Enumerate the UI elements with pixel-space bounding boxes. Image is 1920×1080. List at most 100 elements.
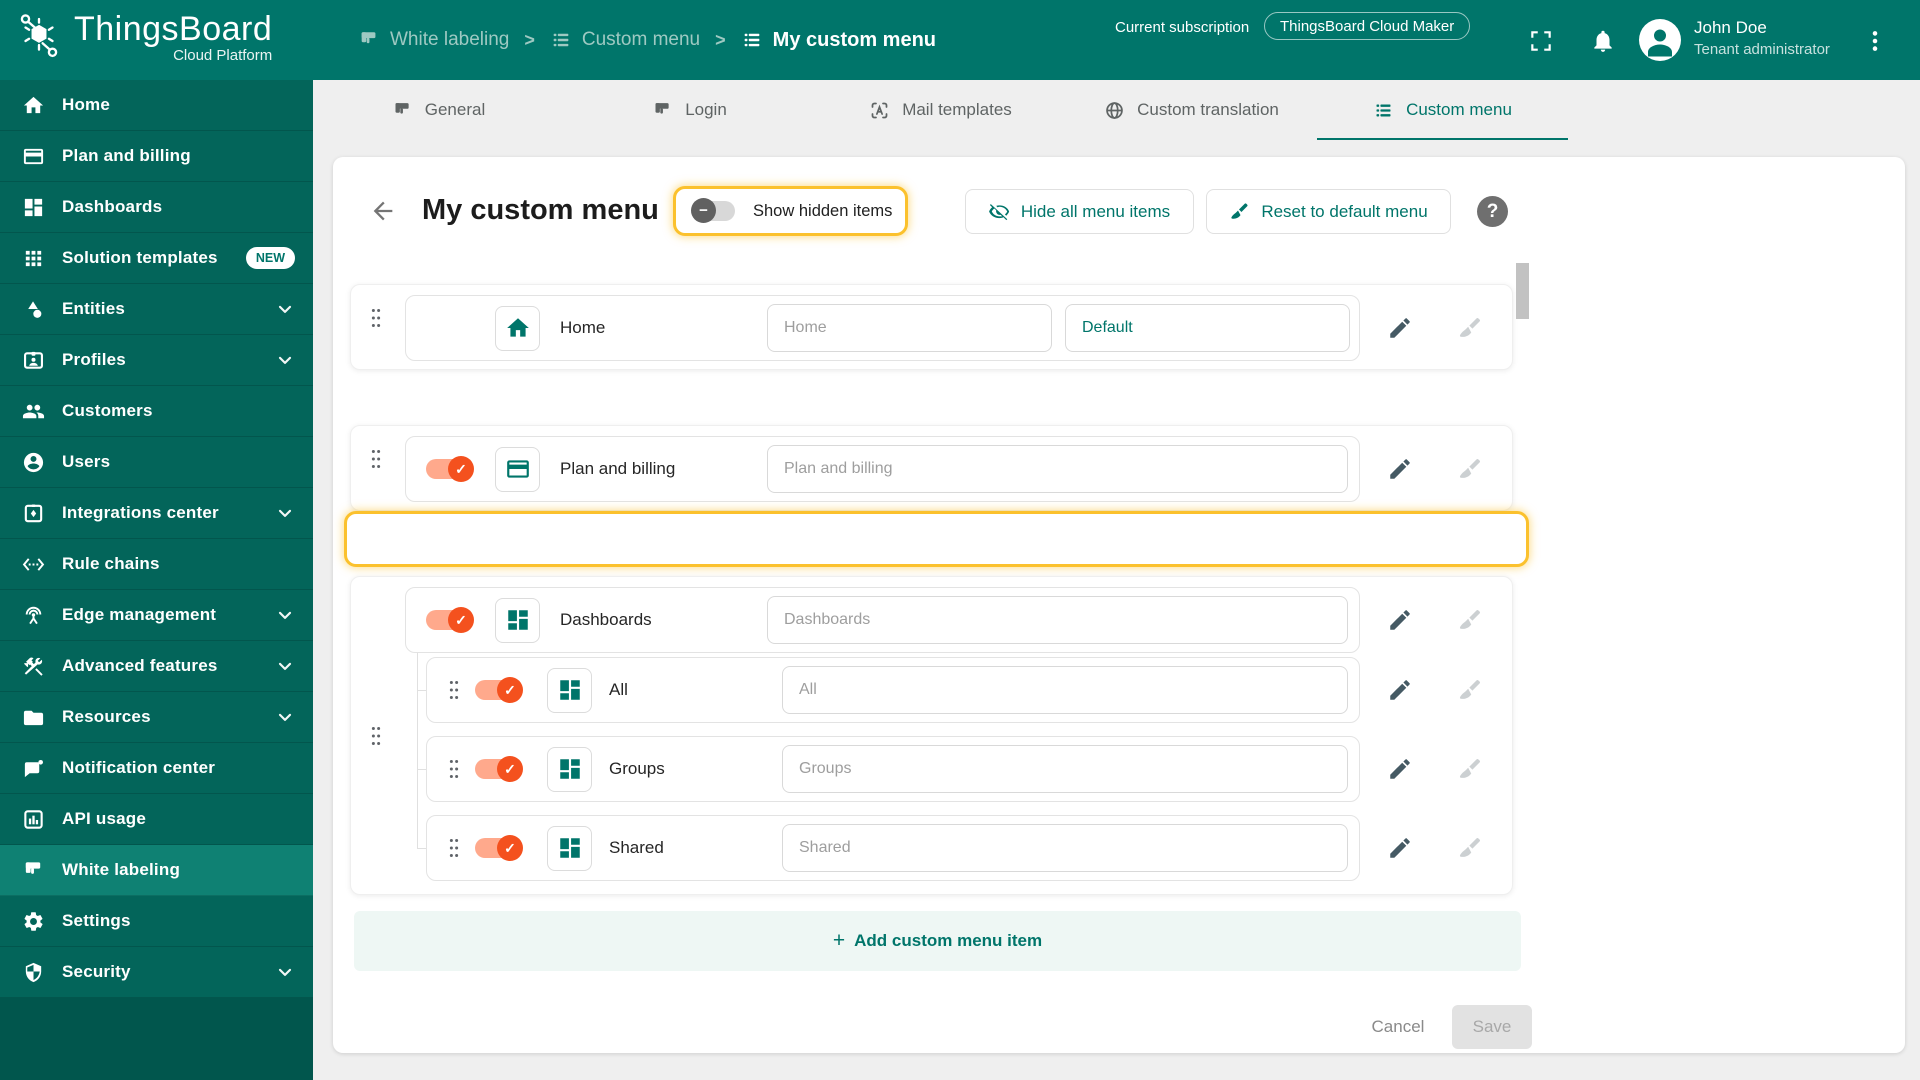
- sidebar-item[interactable]: Integrations center: [0, 488, 313, 539]
- back-arrow-icon: [369, 197, 397, 225]
- sidebar-item[interactable]: Advanced features: [0, 641, 313, 692]
- sidebar-item[interactable]: API usage: [0, 794, 313, 845]
- sidebar-item[interactable]: Home: [0, 80, 313, 131]
- pencil-icon: [1387, 607, 1413, 633]
- subscription-plan-chip[interactable]: ThingsBoard Cloud Maker: [1264, 12, 1471, 40]
- chevron-down-icon: [275, 962, 295, 982]
- menu-item-icon-button[interactable]: [495, 305, 540, 351]
- menu-item-icon-button[interactable]: [547, 825, 592, 871]
- menu-label-input[interactable]: [767, 445, 1348, 493]
- sidebar-item-icon: [22, 145, 45, 168]
- tab[interactable]: Mail templates: [815, 80, 1066, 140]
- toggle-knob: ✓: [448, 607, 474, 633]
- user-info[interactable]: John Doe Tenant administrator: [1694, 18, 1830, 58]
- sidebar-item[interactable]: Notification center: [0, 743, 313, 794]
- edit-menu-item-button[interactable]: [1387, 677, 1413, 703]
- thingsboard-logo[interactable]: ThingsBoard Cloud Platform: [12, 9, 272, 65]
- tab[interactable]: Login: [564, 80, 815, 140]
- sidebar-item[interactable]: Users: [0, 437, 313, 488]
- sidebar-item[interactable]: Profiles: [0, 335, 313, 386]
- save-button[interactable]: Save: [1452, 1005, 1532, 1049]
- menu-item-icon-button[interactable]: [495, 446, 540, 492]
- sidebar-item[interactable]: White labeling: [0, 845, 313, 896]
- tab[interactable]: General: [313, 80, 564, 140]
- menu-item-icon-button[interactable]: [495, 597, 540, 643]
- broom-icon: [1457, 456, 1483, 482]
- sidebar-item[interactable]: Rule chains: [0, 539, 313, 590]
- breadcrumb-item[interactable]: White labeling: [358, 29, 509, 51]
- menu-label-input[interactable]: [767, 304, 1052, 352]
- user-role: Tenant administrator: [1694, 41, 1830, 58]
- add-custom-menu-item-button[interactable]: + Add custom menu item: [354, 911, 1521, 971]
- show-hidden-toggle[interactable]: −: [691, 198, 739, 224]
- dashboards-icon: [557, 756, 583, 782]
- menu-label-input[interactable]: [782, 666, 1348, 714]
- breadcrumb-item[interactable]: > Custom menu: [524, 29, 700, 51]
- drag-handle[interactable]: [445, 677, 463, 703]
- visibility-toggle[interactable]: ✓: [475, 677, 523, 703]
- clear-menu-item-button[interactable]: [1457, 835, 1483, 861]
- sidebar-item[interactable]: Dashboards: [0, 182, 313, 233]
- breadcrumb-icon: [550, 29, 572, 51]
- sidebar-item-icon: [22, 961, 45, 984]
- menu-item-icon-button[interactable]: [547, 746, 592, 792]
- edit-menu-item-button[interactable]: [1387, 835, 1413, 861]
- help-button[interactable]: ?: [1477, 196, 1508, 227]
- sidebar-item[interactable]: Solution templates NEW: [0, 233, 313, 284]
- edit-menu-item-button[interactable]: [1387, 456, 1413, 482]
- menu-label-input[interactable]: [782, 745, 1348, 793]
- reset-to-default-menu-button[interactable]: Reset to default menu: [1206, 189, 1451, 234]
- hide-all-menu-items-button[interactable]: Hide all menu items: [965, 189, 1194, 234]
- sidebar-item[interactable]: Entities: [0, 284, 313, 335]
- sidebar-item[interactable]: Edge management: [0, 590, 313, 641]
- tab-label: Custom menu: [1406, 100, 1512, 119]
- drag-handle-icon: [445, 756, 463, 782]
- sidebar-item[interactable]: Settings: [0, 896, 313, 947]
- clear-menu-item-button[interactable]: [1457, 315, 1483, 341]
- chevron-down-icon: [275, 656, 295, 676]
- tab[interactable]: Custom menu: [1317, 80, 1568, 140]
- child-menu-unit: ✓ Groups: [351, 736, 1512, 802]
- clear-menu-item-button[interactable]: [1457, 607, 1483, 633]
- tab-label: Custom translation: [1137, 100, 1279, 119]
- tab[interactable]: Custom translation: [1066, 80, 1317, 140]
- sidebar-item[interactable]: Plan and billing: [0, 131, 313, 182]
- scrollbar-thumb[interactable]: [1516, 263, 1529, 319]
- sidebar-item-icon: [22, 298, 45, 321]
- edit-menu-item-button[interactable]: [1387, 607, 1413, 633]
- broom-icon: [1457, 315, 1483, 341]
- more-menu-button[interactable]: [1862, 28, 1888, 54]
- cancel-button[interactable]: Cancel: [1353, 1005, 1443, 1049]
- visibility-toggle[interactable]: ✓: [475, 756, 523, 782]
- notifications-button[interactable]: [1590, 28, 1616, 54]
- clear-menu-item-button[interactable]: [1457, 456, 1483, 482]
- visibility-toggle[interactable]: ✓: [426, 607, 474, 633]
- breadcrumb-item[interactable]: > My custom menu: [715, 29, 936, 52]
- drag-handle[interactable]: [445, 756, 463, 782]
- subscription-label: Current subscription: [1115, 19, 1250, 36]
- child-menu-row: ✓ Groups: [426, 736, 1360, 802]
- menu-item-icon-button[interactable]: [547, 667, 592, 713]
- visibility-toggle[interactable]: ✓: [426, 456, 474, 482]
- menu-label-input[interactable]: [782, 824, 1348, 872]
- chevron-down-icon: [275, 299, 295, 319]
- page-type-select[interactable]: Default: [1065, 304, 1350, 352]
- avatar[interactable]: [1639, 19, 1681, 61]
- sidebar-item[interactable]: Security: [0, 947, 313, 998]
- sidebar-item-label: White labeling: [62, 860, 181, 879]
- sidebar-item-label: Settings: [62, 911, 131, 930]
- drag-handle[interactable]: [445, 835, 463, 861]
- menu-label-input[interactable]: [767, 596, 1348, 644]
- sidebar-item[interactable]: Resources: [0, 692, 313, 743]
- back-button[interactable]: [369, 197, 397, 225]
- visibility-toggle[interactable]: ✓: [475, 835, 523, 861]
- sidebar-item-label: Notification center: [62, 758, 216, 777]
- menu-item-section-dashboards: ✓ Dashboards Dashboards ✓ All All ✓ Grou…: [350, 576, 1513, 895]
- edit-menu-item-button[interactable]: [1387, 756, 1413, 782]
- clear-menu-item-button[interactable]: [1457, 677, 1483, 703]
- fullscreen-button[interactable]: [1528, 28, 1554, 54]
- broom-icon: [1457, 835, 1483, 861]
- edit-menu-item-button[interactable]: [1387, 315, 1413, 341]
- clear-menu-item-button[interactable]: [1457, 756, 1483, 782]
- sidebar-item[interactable]: Customers: [0, 386, 313, 437]
